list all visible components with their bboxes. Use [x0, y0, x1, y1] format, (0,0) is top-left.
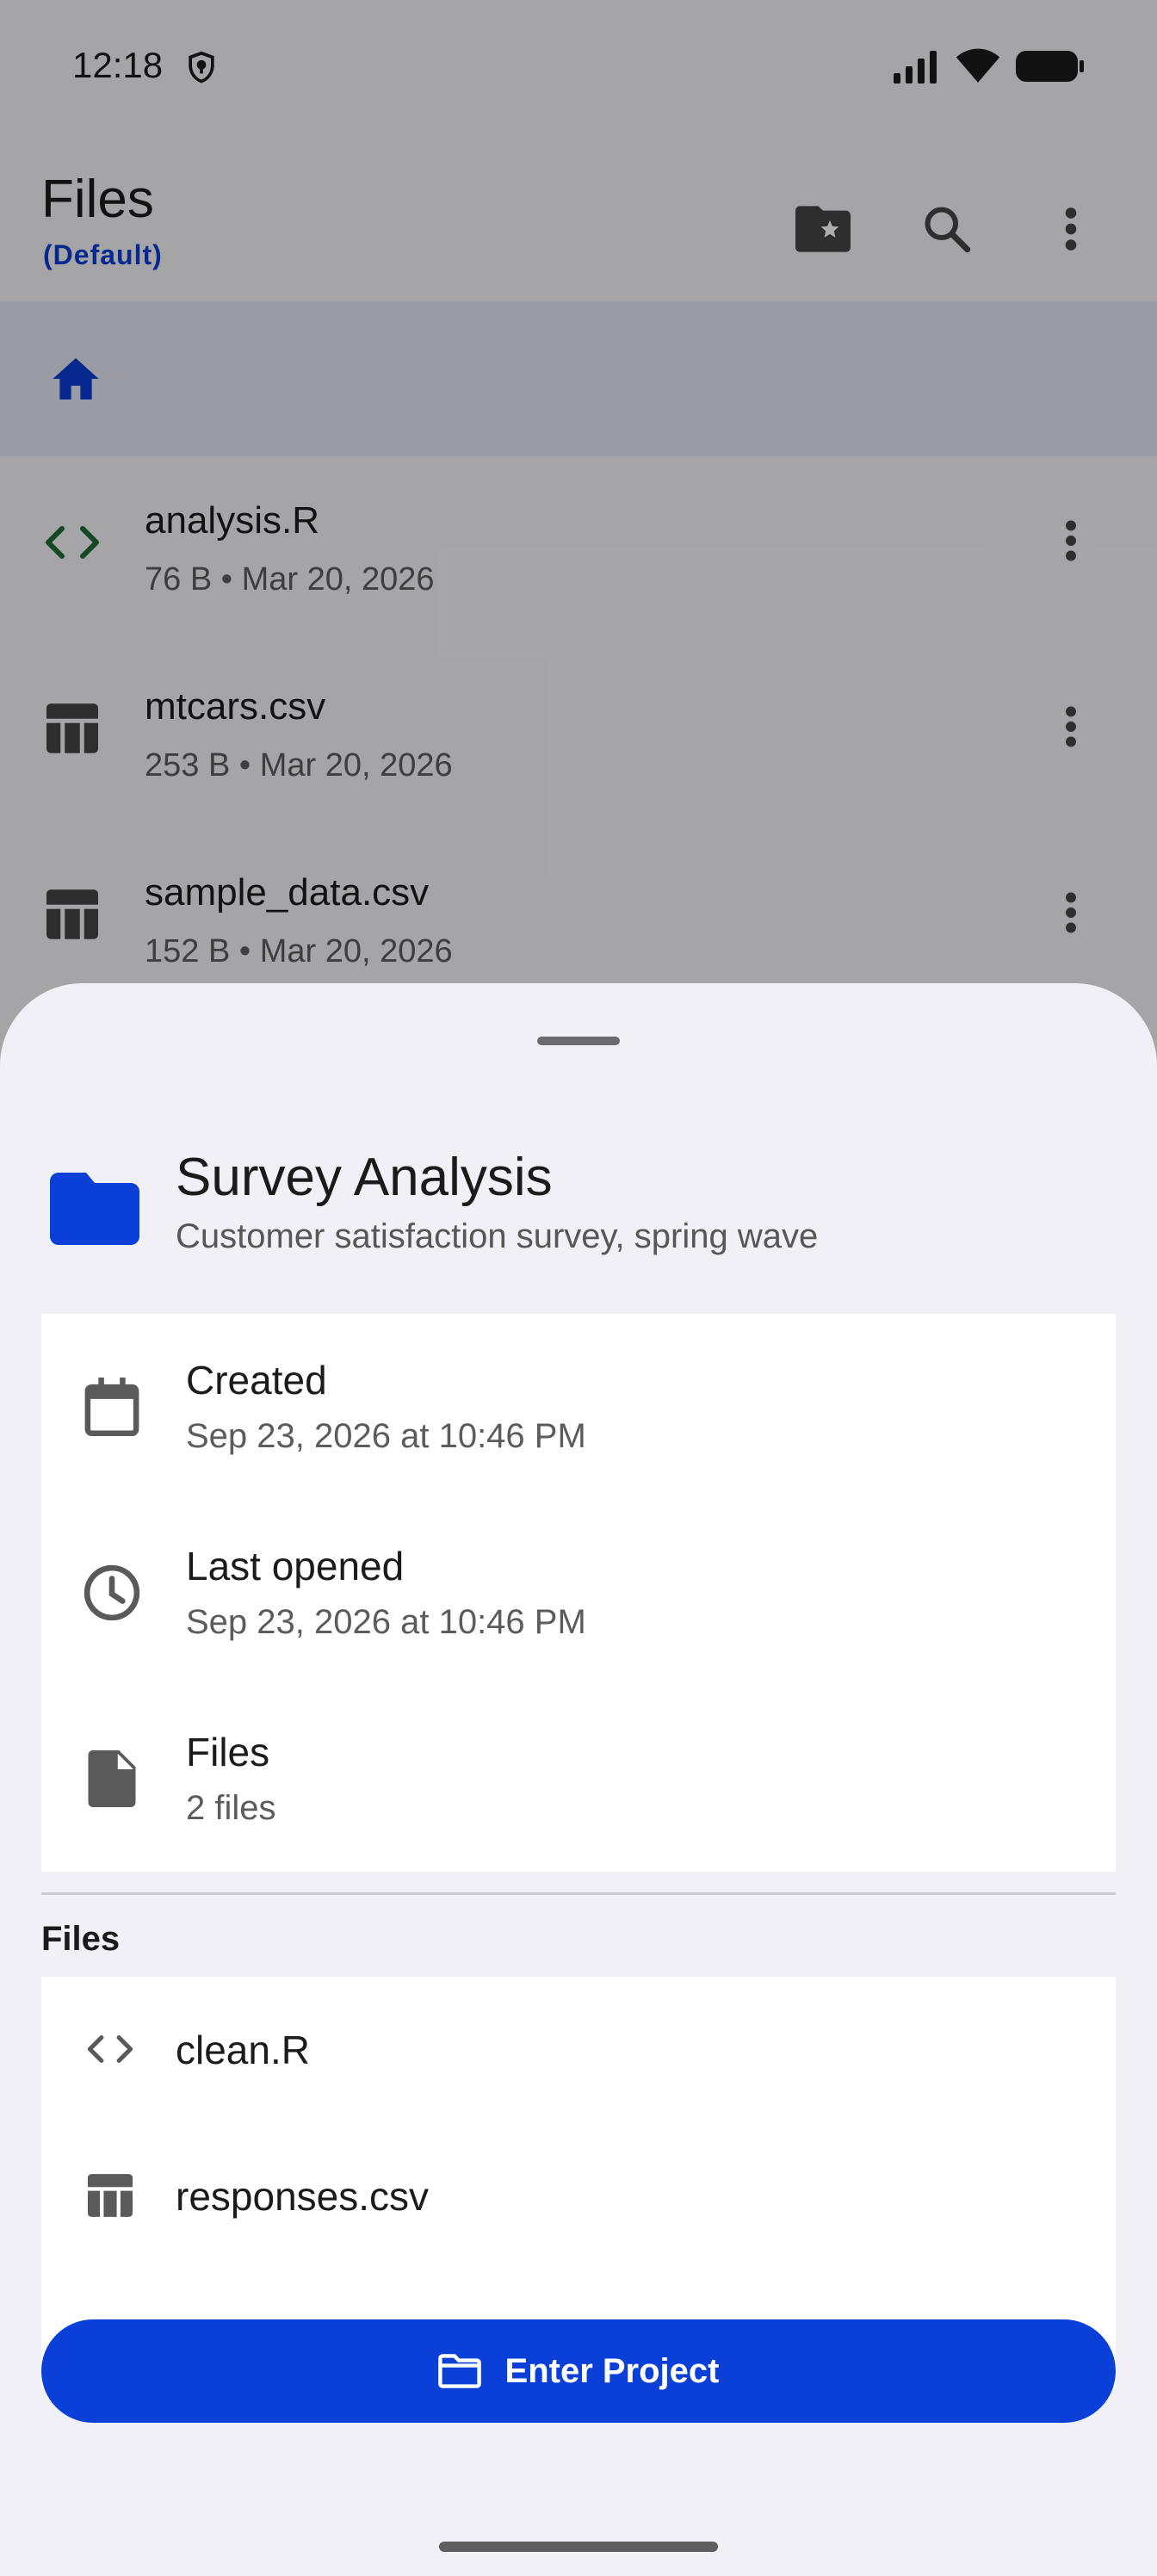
info-value: Sep 23, 2026 at 10:46 PM	[186, 1603, 586, 1641]
enter-project-label: Enter Project	[504, 2351, 720, 2390]
enter-project-button[interactable]: Enter Project	[41, 2319, 1116, 2423]
info-row-files: Files 2 files	[41, 1686, 1116, 1872]
table-icon	[83, 2168, 138, 2223]
info-value: 2 files	[186, 1789, 276, 1827]
project-details-sheet: Survey Analysis Customer satisfaction su…	[0, 983, 1157, 2576]
drag-handle[interactable]	[537, 1037, 620, 1045]
project-file-row[interactable]: responses.csv	[41, 2123, 1116, 2269]
info-row-last-opened: Last opened Sep 23, 2026 at 10:46 PM	[41, 1500, 1116, 1686]
info-label: Created	[186, 1358, 327, 1403]
info-row-created: Created Sep 23, 2026 at 10:46 PM	[41, 1314, 1116, 1500]
files-section-heading: Files	[41, 1920, 121, 1958]
info-value: Sep 23, 2026 at 10:46 PM	[186, 1417, 586, 1455]
folder-outline-icon	[437, 2354, 481, 2388]
project-description: Customer satisfaction survey, spring wav…	[176, 1217, 819, 1255]
project-name: Survey Analysis	[176, 1148, 553, 1207]
project-header: Survey Analysis Customer satisfaction su…	[41, 1147, 1117, 1285]
info-label: Files	[186, 1730, 270, 1774]
project-file-row[interactable]: clean.R	[41, 1977, 1116, 2123]
file-icon	[81, 1748, 143, 1810]
clock-icon	[81, 1562, 143, 1624]
code-icon	[83, 2022, 138, 2077]
project-file-name: clean.R	[176, 2028, 310, 2072]
project-file-name: responses.csv	[176, 2174, 430, 2219]
info-label: Last opened	[186, 1544, 405, 1588]
calendar-icon	[81, 1376, 143, 1438]
project-info-card: Created Sep 23, 2026 at 10:46 PM Last op…	[41, 1314, 1116, 1872]
divider	[41, 1892, 1116, 1895]
gesture-navigation-bar[interactable]	[439, 2542, 718, 2552]
folder-icon	[50, 1173, 139, 1245]
